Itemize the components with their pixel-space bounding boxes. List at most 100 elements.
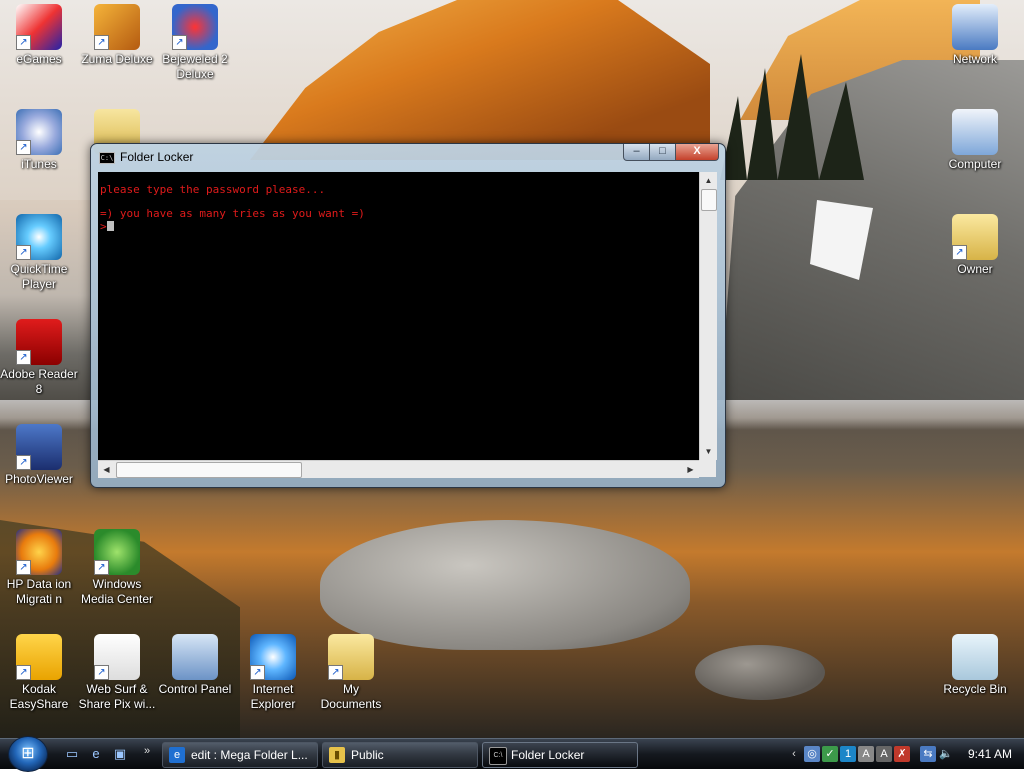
clock[interactable]: 9:41 AM (960, 742, 1020, 766)
shortcut-arrow-icon: ↗ (94, 665, 109, 680)
console-line: =) you have as many tries as you want =) (100, 207, 365, 220)
shortcut-arrow-icon: ↗ (16, 35, 31, 50)
desktop-icon-kodak-easyshare[interactable]: ↗ Kodak EasyShare (0, 632, 78, 712)
switch-windows-icon[interactable]: ▣ (112, 746, 128, 762)
shortcut-arrow-icon: ↗ (16, 455, 31, 470)
shortcut-arrow-icon: ↗ (250, 665, 265, 680)
taskbar-item-label: edit : Mega Folder L... (191, 748, 308, 762)
desktop-icon-label: Internet Explorer (250, 682, 296, 711)
desktop-icon-owner[interactable]: ↗ Owner (936, 212, 1014, 277)
control-panel-icon (172, 634, 218, 680)
desktop-icon-recycle-bin[interactable]: Recycle Bin (936, 632, 1014, 697)
egames-icon: ↗ (16, 4, 62, 50)
desktop-icon-label: HP Data ion Migrati n (6, 577, 72, 606)
internet-explorer-icon[interactable]: e (88, 746, 104, 762)
resize-grip[interactable] (699, 460, 716, 477)
shortcut-arrow-icon: ↗ (16, 140, 31, 155)
quick-launch-chevron-icon[interactable]: » (144, 745, 150, 757)
desktop-icon-label: iTunes (21, 157, 57, 171)
desktop-icon-control-panel[interactable]: Control Panel (156, 632, 234, 697)
windows-media-center-icon: ↗ (94, 529, 140, 575)
wallpaper-rock (320, 520, 690, 650)
system-tray: ‹ ◎ ✓ 1 A A ✗ ⇆ 🔈 9:41 AM (784, 742, 1024, 766)
window-titlebar[interactable]: C:\ Folder Locker – □ X (91, 144, 725, 170)
desktop-icon-hp-data-migration[interactable]: ↗ HP Data ion Migrati n (0, 527, 78, 607)
internet-explorer-icon: e (169, 747, 185, 763)
shortcut-arrow-icon: ↗ (16, 350, 31, 365)
shortcut-arrow-icon: ↗ (16, 245, 31, 260)
desktop-icon-label: Owner (957, 262, 993, 276)
desktop-icon-label: Recycle Bin (943, 682, 1007, 696)
tray-alert-icon[interactable]: ✗ (894, 746, 910, 762)
tray-app-icon[interactable]: 1 (840, 746, 856, 762)
desktop-icon-web-surf[interactable]: ↗ Web Surf & Share Pix wi... (78, 632, 156, 712)
start-button[interactable]: ⊞ (8, 736, 48, 772)
desktop-icon-label: Kodak EasyShare (9, 682, 69, 711)
scrollbar-thumb[interactable] (701, 189, 717, 211)
tray-chevron-icon[interactable]: ‹ (786, 746, 802, 762)
taskbar-item-edit-mega-folder[interactable]: e edit : Mega Folder L... (162, 742, 318, 768)
desktop-icon-bejeweled-2[interactable]: ↗ Bejeweled 2 Deluxe (156, 2, 234, 82)
text-cursor (107, 221, 114, 231)
show-desktop-icon[interactable]: ▭ (64, 746, 80, 762)
scroll-down-arrow-icon[interactable]: ▼ (700, 443, 717, 460)
desktop-icon-quicktime[interactable]: ↗ QuickTime Player (0, 212, 78, 292)
desktop-icon-zuma-deluxe[interactable]: ↗ Zuma Deluxe (78, 2, 156, 67)
scroll-left-arrow-icon[interactable]: ◀ (98, 461, 115, 478)
itunes-icon: ↗ (16, 109, 62, 155)
shortcut-arrow-icon: ↗ (328, 665, 343, 680)
desktop-icon-network[interactable]: Network (936, 2, 1014, 67)
desktop-icon-label: Network (952, 52, 997, 66)
vertical-scrollbar[interactable]: ▲ ▼ (699, 172, 717, 460)
tray-app-icon[interactable]: A (876, 746, 892, 762)
shortcut-arrow-icon: ↗ (94, 35, 109, 50)
desktop-icon-computer[interactable]: Computer (936, 107, 1014, 172)
desktop: ↗ eGames ↗ Zuma Deluxe ↗ Bejeweled 2 Del… (0, 0, 1024, 738)
desktop-icon-adobe-reader[interactable]: ↗ Adobe Reader 8 (0, 317, 78, 397)
desktop-icon-label: Windows Media Center (80, 577, 154, 606)
quicktime-icon: ↗ (16, 214, 62, 260)
computer-icon (952, 109, 998, 155)
desktop-icon-label: My Documents (320, 682, 382, 711)
minimize-button[interactable]: – (623, 144, 650, 161)
desktop-icon-internet-explorer[interactable]: ↗ Internet Explorer (234, 632, 312, 712)
shortcut-arrow-icon: ↗ (952, 245, 967, 260)
desktop-icon-label: Adobe Reader 8 (0, 367, 78, 396)
folder-locker-window[interactable]: C:\ Folder Locker – □ X please type the … (90, 143, 726, 488)
scroll-right-arrow-icon[interactable]: ▶ (682, 461, 699, 478)
shortcut-arrow-icon: ↗ (16, 560, 31, 575)
scrollbar-thumb[interactable] (116, 462, 302, 478)
input-language-icon[interactable]: A (858, 746, 874, 762)
maximize-button[interactable]: □ (650, 144, 676, 161)
horizontal-scrollbar[interactable]: ◀ ▶ (98, 460, 699, 478)
volume-icon[interactable]: 🔈 (938, 746, 954, 762)
adobe-reader-icon: ↗ (16, 319, 62, 365)
hp-migration-icon: ↗ (16, 529, 62, 575)
close-button[interactable]: X (676, 144, 719, 161)
security-icon[interactable]: ✓ (822, 746, 838, 762)
console-line: please type the password please... (100, 183, 326, 196)
console-output[interactable]: please type the password please... =) yo… (98, 172, 708, 460)
bejeweled-icon: ↗ (172, 4, 218, 50)
folder-icon: ↗ (328, 634, 374, 680)
taskbar-item-folder-locker[interactable]: C:\ Folder Locker (482, 742, 638, 768)
network-status-icon[interactable]: ◎ (804, 746, 820, 762)
desktop-icon-my-documents[interactable]: ↗ My Documents (312, 632, 390, 712)
recycle-bin-icon (952, 634, 998, 680)
caption-buttons: – □ X (623, 144, 719, 162)
desktop-icon-label: Control Panel (158, 682, 232, 696)
scroll-up-arrow-icon[interactable]: ▲ (700, 172, 717, 189)
desktop-icon-egames[interactable]: ↗ eGames (0, 2, 78, 67)
desktop-icon-windows-media-center[interactable]: ↗ Windows Media Center (78, 527, 156, 607)
desktop-icon-itunes[interactable]: ↗ iTunes (0, 107, 78, 172)
zuma-deluxe-icon: ↗ (94, 4, 140, 50)
taskbar: ⊞ ▭ e ▣ » e edit : Mega Folder L... ▮ Pu… (0, 736, 1024, 772)
internet-explorer-icon: ↗ (250, 634, 296, 680)
taskbar-item-label: Folder Locker (511, 748, 585, 762)
taskbar-item-public[interactable]: ▮ Public (322, 742, 478, 768)
network-connection-icon[interactable]: ⇆ (920, 746, 936, 762)
folder-icon: ▮ (329, 747, 345, 763)
desktop-icon-photoviewer[interactable]: ↗ PhotoViewer (0, 422, 78, 487)
desktop-icon-label: PhotoViewer (5, 472, 73, 486)
firefox-document-icon: ↗ (94, 634, 140, 680)
